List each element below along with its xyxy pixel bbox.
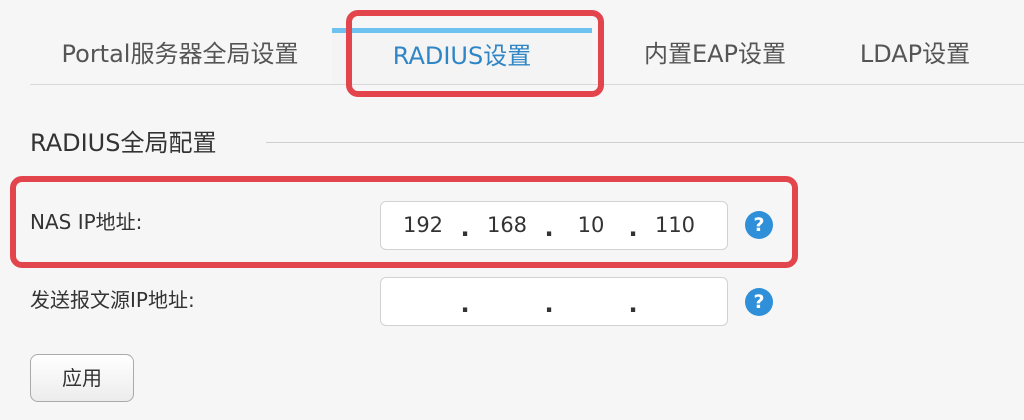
nas-ip-octet-2[interactable] — [471, 202, 543, 249]
ip-separator: . — [460, 214, 470, 242]
tab-radius-settings[interactable]: RADIUS设置 — [332, 28, 592, 84]
source-ip-octet-3[interactable] — [555, 278, 627, 325]
question-circle-icon[interactable]: ? — [745, 211, 773, 239]
ip-separator: . — [460, 290, 470, 318]
source-ip-octet-1[interactable] — [387, 278, 459, 325]
nas-ip-octet-3[interactable] — [555, 202, 627, 249]
section-divider — [266, 142, 1024, 143]
source-ip-octet-4[interactable] — [639, 278, 711, 325]
question-circle-icon[interactable]: ? — [745, 288, 773, 316]
source-ip-label: 发送报文源IP地址: — [30, 288, 195, 312]
ip-separator: . — [628, 290, 638, 318]
source-ip-field[interactable]: . . . — [380, 277, 728, 326]
source-ip-octet-2[interactable] — [471, 278, 543, 325]
tab-builtin-eap-settings[interactable]: 内置EAP设置 — [590, 28, 840, 84]
nas-ip-label: NAS IP地址: — [30, 210, 143, 234]
ip-separator: . — [544, 214, 554, 242]
tab-ldap-settings[interactable]: LDAP设置 — [840, 28, 990, 84]
ip-separator: . — [628, 214, 638, 242]
apply-button[interactable]: 应用 — [30, 354, 134, 402]
nas-ip-field[interactable]: . . . — [380, 201, 728, 250]
section-title: RADIUS全局配置 — [30, 129, 217, 157]
nas-ip-octet-4[interactable] — [639, 202, 711, 249]
tab-portal-global-settings[interactable]: Portal服务器全局设置 — [30, 28, 330, 84]
ip-separator: . — [544, 290, 554, 318]
nas-ip-octet-1[interactable] — [387, 202, 459, 249]
